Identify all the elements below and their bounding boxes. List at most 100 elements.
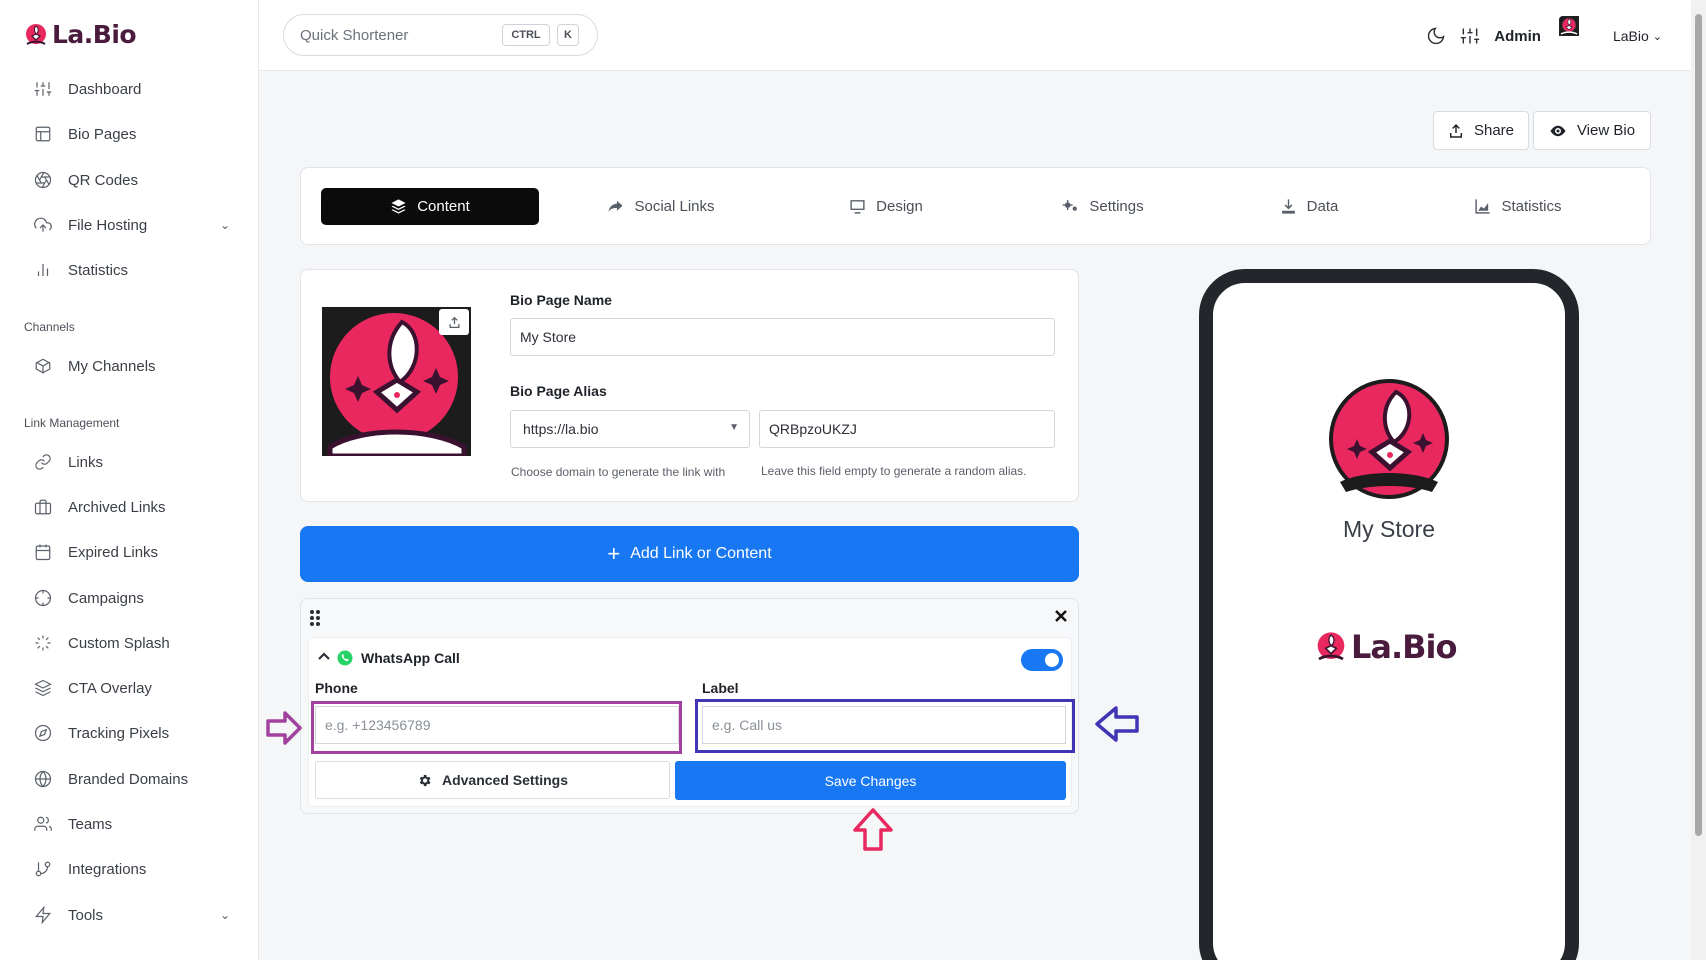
sidebar-item-qr-codes[interactable]: QR Codes xyxy=(34,168,138,192)
sidebar-item-expired-links[interactable]: Expired Links xyxy=(34,540,158,564)
upload-cloud-icon xyxy=(34,217,52,232)
sidebar: La.Bio Dashboard Bio Pages QR Codes File… xyxy=(0,0,259,960)
chevron-down-icon: ⌄ xyxy=(219,218,230,232)
sidebar-item-my-channels[interactable]: My Channels xyxy=(34,354,156,378)
quick-shortener-placeholder: Quick Shortener xyxy=(300,26,409,44)
share-button[interactable]: Share xyxy=(1433,111,1529,150)
phone-preview xyxy=(1199,269,1579,960)
sidebar-item-label: Tracking Pixels xyxy=(68,724,170,742)
share-label: Share xyxy=(1473,122,1515,139)
tab-label: Content xyxy=(417,198,470,215)
sidebar-item-links[interactable]: Links xyxy=(34,450,103,474)
sidebar-item-file-hosting[interactable]: File Hosting ⌄ xyxy=(34,213,230,237)
calendar-icon xyxy=(35,544,51,561)
tab-label: Statistics xyxy=(1501,198,1562,215)
sidebar-item-label: File Hosting xyxy=(68,216,148,234)
tab-social-links[interactable]: Social Links xyxy=(606,188,716,225)
kbd-k: K xyxy=(557,24,579,46)
sidebar-item-tracking-pixels[interactable]: Tracking Pixels xyxy=(34,721,169,745)
sidebar-item-label: QR Codes xyxy=(68,171,139,189)
sidebar-item-campaigns[interactable]: Campaigns xyxy=(34,586,144,610)
upload-image-button[interactable] xyxy=(439,309,469,335)
avatar[interactable] xyxy=(1558,16,1599,56)
area-chart-icon xyxy=(1475,199,1491,214)
tab-content[interactable]: Content xyxy=(321,188,539,225)
chevron-up-icon[interactable] xyxy=(317,650,331,662)
sidebar-item-label: Tools xyxy=(68,906,104,924)
left-arrow-icon xyxy=(1095,706,1139,742)
cogs-icon xyxy=(1063,200,1078,211)
sidebar-item-custom-splash[interactable]: Custom Splash xyxy=(34,631,170,655)
brand-name: La.Bio xyxy=(52,20,137,49)
sidebar-item-label: Statistics xyxy=(68,261,129,279)
loader-icon xyxy=(35,635,51,651)
layout-icon xyxy=(35,126,51,142)
sidebar-item-label: Archived Links xyxy=(68,498,166,516)
up-arrow-icon xyxy=(853,808,893,851)
bio-page-name-input[interactable]: My Store xyxy=(510,318,1055,356)
close-icon[interactable] xyxy=(1054,609,1068,623)
preview-avatar xyxy=(1329,379,1449,499)
add-link-button[interactable]: + Add Link or Content xyxy=(300,526,1079,582)
enabled-toggle[interactable] xyxy=(1021,649,1063,671)
upload-icon xyxy=(449,316,459,328)
sidebar-item-label: Links xyxy=(68,453,104,471)
tab-label: Settings xyxy=(1089,198,1144,215)
phone-label: Phone xyxy=(315,680,358,696)
brand-logo[interactable]: La.Bio xyxy=(24,20,137,49)
sidebar-item-label: Branded Domains xyxy=(68,770,189,788)
tab-settings[interactable]: Settings xyxy=(1059,188,1147,225)
tab-statistics[interactable]: Statistics xyxy=(1473,188,1563,225)
alias-input[interactable]: QRBpzoUKZJ xyxy=(759,410,1055,448)
link-icon xyxy=(35,454,51,470)
sidebar-item-label: Custom Splash xyxy=(68,634,170,652)
alias-value: QRBpzoUKZJ xyxy=(769,421,857,437)
chevron-down-icon: ⌄ xyxy=(1652,30,1662,43)
moon-icon[interactable] xyxy=(1426,26,1446,46)
sidebar-item-cta-overlay[interactable]: CTA Overlay xyxy=(34,676,152,700)
domain-select[interactable]: https://la.bio ▼ xyxy=(510,410,750,448)
globe-icon xyxy=(34,770,52,788)
sidebar-item-label: Dashboard xyxy=(68,80,142,98)
download-icon xyxy=(1281,199,1295,214)
sidebar-item-integrations[interactable]: Integrations xyxy=(34,857,146,881)
advanced-settings-button[interactable]: Advanced Settings xyxy=(315,761,670,799)
sidebar-item-dashboard[interactable]: Dashboard xyxy=(34,77,141,101)
sidebar-item-archived-links[interactable]: Archived Links xyxy=(34,495,166,519)
sidebar-item-branded-domains[interactable]: Branded Domains xyxy=(34,767,188,791)
add-link-label: Add Link or Content xyxy=(630,545,772,562)
tab-data[interactable]: Data xyxy=(1279,188,1339,225)
right-arrow-icon xyxy=(266,711,302,745)
sliders-icon[interactable] xyxy=(1460,26,1480,46)
bio-tabs: Content Social Links Design Settings Dat… xyxy=(300,167,1651,245)
view-bio-button[interactable]: View Bio xyxy=(1533,111,1651,150)
labio-logo-icon xyxy=(1317,632,1345,661)
preview-store-name: My Store xyxy=(1342,516,1436,542)
save-changes-button[interactable]: Save Changes xyxy=(675,761,1066,800)
labio-logo-icon xyxy=(26,23,46,45)
sidebar-item-bio-pages[interactable]: Bio Pages xyxy=(34,122,136,146)
block-title: WhatsApp Call xyxy=(361,650,460,666)
domain-select-value: https://la.bio xyxy=(523,421,599,437)
preview-brand-name: La.Bio xyxy=(1351,628,1457,666)
admin-link[interactable]: Admin xyxy=(1494,28,1541,45)
eye-icon xyxy=(1550,125,1566,136)
quick-shortener-input[interactable]: Quick Shortener CTRL K xyxy=(283,14,598,56)
kbd-ctrl: CTRL xyxy=(502,24,550,46)
sidebar-item-label: Integrations xyxy=(68,860,147,878)
sidebar-item-tools[interactable]: Tools ⌄ xyxy=(34,903,230,927)
drag-handle-icon[interactable] xyxy=(309,609,321,627)
aperture-icon xyxy=(34,171,52,189)
page-scrollbar[interactable] xyxy=(1691,0,1706,960)
plus-icon: + xyxy=(607,541,621,566)
user-menu[interactable]: LaBio xyxy=(1613,28,1649,44)
zap-icon xyxy=(34,906,52,924)
sidebar-item-teams[interactable]: Teams xyxy=(34,812,112,836)
label-highlight-box xyxy=(695,699,1075,753)
profile-avatar[interactable] xyxy=(322,307,471,456)
link-management-heading: Link Management xyxy=(24,416,120,430)
sidebar-item-statistics[interactable]: Statistics xyxy=(34,258,128,282)
tab-design[interactable]: Design xyxy=(846,188,926,225)
crosshair-icon xyxy=(34,589,52,607)
scrollbar-thumb[interactable] xyxy=(1695,14,1702,836)
